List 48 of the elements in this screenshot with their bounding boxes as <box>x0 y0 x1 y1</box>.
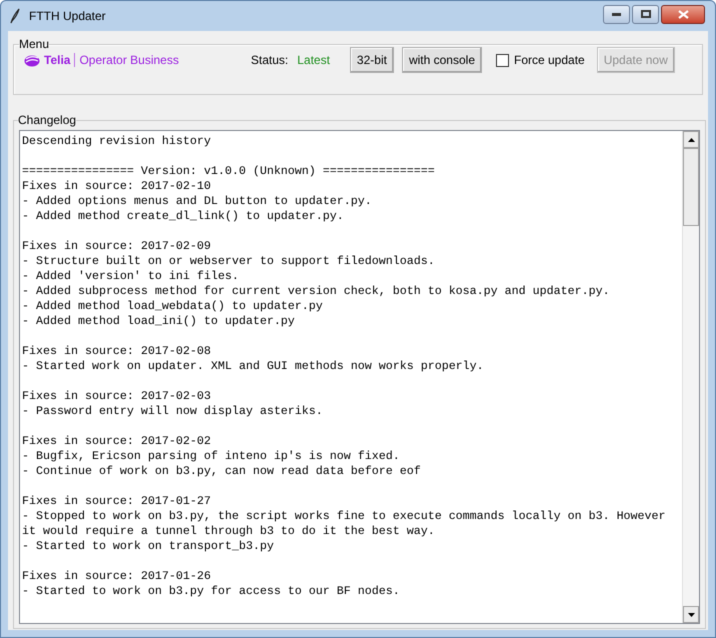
section-title: Fixes in source: 2017-02-08 <box>22 344 211 359</box>
changelog-entry: - Bugfix, Ericson parsing of inteno ip's is now fixed. <box>22 449 400 464</box>
changelog-entry: - Continue of work on b3.py, can now read data before eof <box>22 464 421 479</box>
close-button[interactable] <box>661 4 705 24</box>
minimize-button[interactable] <box>603 4 630 24</box>
checkbox-label: Force update <box>514 52 585 69</box>
scrollbar[interactable] <box>682 131 699 623</box>
changelog-entry: - Added method create_dl_link() to updater.py. <box>22 209 344 224</box>
version-line: ================ Version: v1.0.0 (Unknown) ================ <box>22 164 435 179</box>
changelog-entry: - Added method load_webdata() to updater.py <box>22 299 323 314</box>
changelog-entry: - Started to work on transport_b3.py <box>22 539 274 554</box>
checkbox[interactable] <box>496 54 509 66</box>
section-title: Fixes in source: 2017-02-03 <box>22 389 211 404</box>
changelog-entry: - Structure built on or webserver to support filedownloads. <box>22 254 435 269</box>
group-label: Changelog <box>18 112 76 129</box>
maximize-button[interactable] <box>632 4 659 24</box>
changelog-entry: - Password entry will now display asteriks. <box>22 404 323 419</box>
maximize-icon <box>640 10 650 18</box>
logo-tagline: Operator Business <box>79 52 179 69</box>
changelog-entry: - Started to work on b3.py for access to our BF nodes. <box>22 584 400 599</box>
scroll-down-button[interactable] <box>683 606 699 623</box>
scroll-up-button[interactable] <box>683 131 699 148</box>
changelog-entry: - Added 'version' to ini files. <box>22 269 239 284</box>
section-title: Fixes in source: 2017-02-09 <box>22 239 211 254</box>
changelog-entry: - Added method load_ini() to updater.py <box>22 314 295 329</box>
status-label: Status: <box>250 52 288 69</box>
logo-icon <box>24 53 40 67</box>
feather-icon <box>9 8 21 24</box>
group-label: Menu <box>19 36 50 53</box>
minimize-icon <box>612 12 621 16</box>
logo-text: Telia <box>44 52 70 69</box>
window-title: FTTH Updater <box>29 8 106 25</box>
close-icon <box>678 10 688 18</box>
option-button[interactable]: with console <box>402 47 482 73</box>
option-button[interactable]: 32-bit <box>350 47 394 73</box>
section-title: Fixes in source: 2017-01-26 <box>22 569 211 584</box>
section-title: Fixes in source: 2017-01-27 <box>22 494 211 509</box>
changelog-entry: - Added options menus and DL button to updater.py. <box>22 194 372 209</box>
scroll-thumb[interactable] <box>683 148 699 226</box>
down-arrow-icon <box>688 612 694 616</box>
changelog-entry: - Added subprocess method for current version check, both to kosa.py and updater.py. <box>22 284 610 299</box>
changelog-heading: Descending revision history <box>22 134 211 149</box>
changelog-entry: - Started work on updater. XML and GUI methods now works properly. <box>22 359 484 374</box>
section-title: Fixes in source: 2017-02-02 <box>22 434 211 449</box>
up-arrow-icon <box>688 138 694 142</box>
changelog-entry: - Stopped to work on b3.py, the script works fine to execute commands locally on b3. However it would require a tunnel through b3 to do it the best way. <box>22 509 667 539</box>
section-title: Fixes in source: 2017-02-10 <box>22 179 211 194</box>
status-value: Latest <box>297 52 330 69</box>
